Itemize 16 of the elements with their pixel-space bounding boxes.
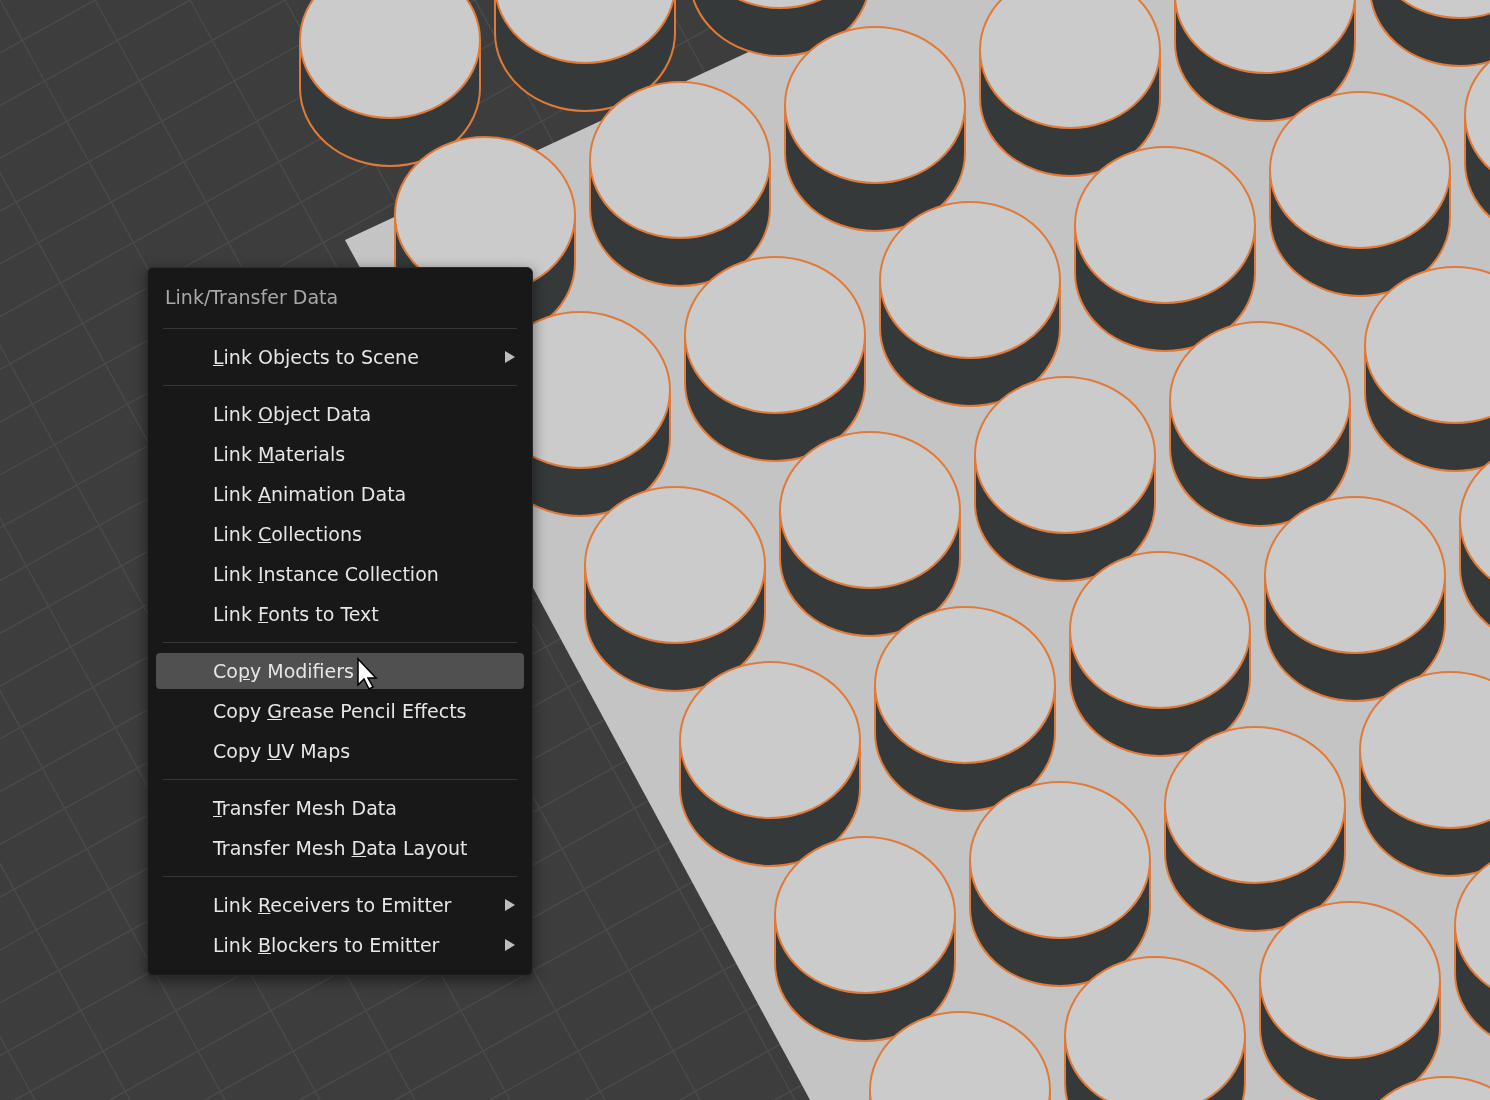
menu-item[interactable]: Transfer Mesh Data Layout [156,830,524,866]
menu-item[interactable]: Link Fonts to Text [156,596,524,632]
menu-item[interactable]: Copy Grease Pencil Effects [156,693,524,729]
menu-item[interactable]: Transfer Mesh Data [156,790,524,826]
menu-item[interactable]: Link Receivers to Emitter [156,887,524,923]
cursor-icon [356,657,378,691]
menu-item[interactable]: Link Materials [156,436,524,472]
menu-item[interactable]: Link Instance Collection [156,556,524,592]
menu-item[interactable]: Link Object Data [156,396,524,432]
menu-title: Link/Transfer Data [164,285,340,310]
menu-item[interactable]: Copy Modifiers [156,653,524,689]
menu-item[interactable]: Link Collections [156,516,524,552]
menu-item[interactable]: Link Blockers to Emitter [156,927,524,963]
menu-item[interactable]: Link Animation Data [156,476,524,512]
menu-item[interactable]: Link Objects to Scene [156,339,524,375]
menu-item[interactable]: Copy UV Maps [156,733,524,769]
